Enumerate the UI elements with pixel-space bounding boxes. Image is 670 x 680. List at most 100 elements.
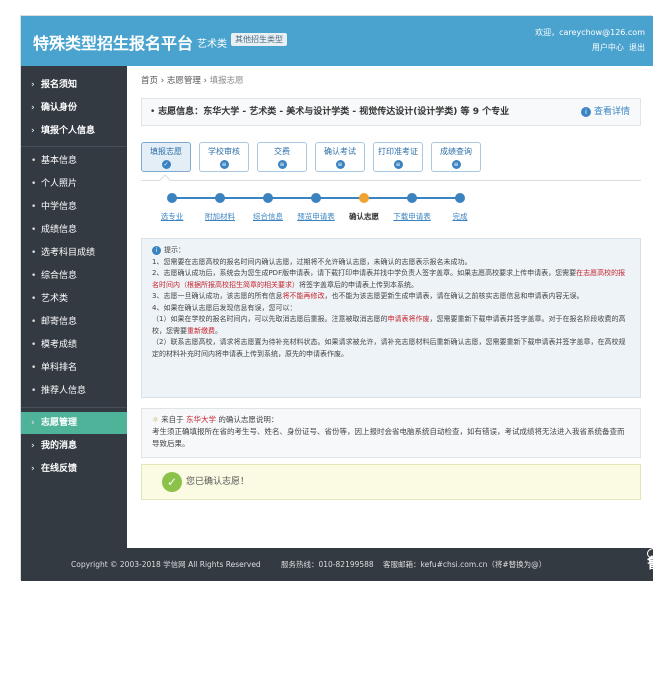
step-dot (263, 193, 273, 203)
tab-pointer (159, 174, 171, 186)
divider (21, 407, 127, 408)
user-center-link[interactable]: 用户中心 (592, 43, 624, 52)
copyright: Copyright © 2003-2018 学信网 All Rights Res… (71, 560, 261, 569)
bullet-icon: • (31, 363, 37, 373)
notice-text: 考生须正确填报所在省的考生号、姓名、身份证号、省份等，因上报时会省电脑系统自动检… (152, 427, 625, 448)
sidebar-subitem[interactable]: • 选考科目成绩 (21, 242, 127, 264)
info-label: 志愿信息： (158, 107, 204, 117)
view-details-link[interactable]: i 查看详情 (580, 99, 630, 125)
bullet-icon: • (31, 202, 37, 212)
tab-divider (141, 180, 641, 181)
bullet-icon: • (31, 248, 37, 258)
category-switch-button[interactable]: 其他招生类型 (231, 33, 287, 46)
sidebar-item-feedback[interactable]: › 在线反馈 (21, 458, 127, 480)
hotline: 服务热线：010-82199588 (281, 560, 374, 569)
step-comprehensive[interactable]: 综合信息 (243, 211, 293, 222)
chevron-right-icon: › (31, 441, 35, 451)
sidebar-subitem[interactable]: • 模考成绩 (21, 334, 127, 356)
sidebar-subitem[interactable]: • 中学信息 (21, 196, 127, 218)
chevron-right-icon: › (31, 80, 35, 90)
info-icon: i (152, 246, 161, 255)
tab-confirm-exam[interactable]: 确认考试 ≡ (315, 142, 365, 172)
chevron-right-icon: › (31, 126, 35, 136)
chevron-right-icon: › (31, 103, 35, 113)
breadcrumb-current: 填报志愿 (209, 76, 244, 86)
tab-print-admission[interactable]: 打印准考证 ≡ (373, 142, 423, 172)
site-title: 特殊类型招生报名平台 (33, 34, 194, 53)
sidebar-subitem[interactable]: • 个人照片 (21, 173, 127, 195)
tab-payment[interactable]: 交费 ≡ (257, 142, 307, 172)
status-dot-icon: ≡ (335, 160, 345, 169)
tip-line: （2）联系志愿高校，请求将志愿置为待补充材料状态。如果请求被允许，请补充志愿材料… (152, 338, 626, 358)
confirmation-banner: ✓ 您已确认志愿！ (141, 464, 641, 500)
step-materials[interactable]: 附加材料 (195, 211, 245, 222)
sidebar-subitem[interactable]: • 艺术类 (21, 288, 127, 310)
sidebar-subitem[interactable]: • 推荐人信息 (21, 380, 127, 402)
category-label: 艺术类 (197, 39, 227, 50)
status-dot-icon: ✓ (161, 160, 171, 169)
sidebar-subitem[interactable]: • 成绩信息 (21, 219, 127, 241)
bullet-icon: • (31, 225, 37, 235)
chevron-right-icon: › (31, 418, 35, 428)
step-confirm: 确认志愿 (349, 212, 379, 221)
tip-line: 3、志愿一旦确认成功，该志愿的所有信息将不能再修改，也不能为该志愿更新生成申请表… (152, 292, 584, 300)
logout-link[interactable]: 退出 (629, 43, 645, 52)
step-finish[interactable]: 完成 (435, 211, 485, 222)
main-content: 首页 › 志愿管理 › 填报志愿 • 志愿信息：东华大学 - 艺术类 - 美术与… (127, 66, 653, 548)
tips-panel: i 提示： 1、您需要在志愿高校的报名时间内确认志愿，过期将不允许确认志愿，未确认… (141, 238, 641, 398)
status-dot-icon: ≡ (277, 160, 287, 169)
step-dot (455, 193, 465, 203)
tab-school-review[interactable]: 学校审核 ≡ (199, 142, 249, 172)
step-dot-current (359, 193, 369, 203)
volunteer-info-box: • 志愿信息：东华大学 - 艺术类 - 美术与设计学类 - 视觉传达设计(设计学… (141, 98, 641, 126)
footer: Copyright © 2003-2018 学信网 All Rights Res… (21, 548, 661, 671)
bullet-icon: • (31, 271, 37, 281)
sidebar-item-volunteer-management[interactable]: › 志愿管理 (21, 412, 127, 434)
check-circle-icon: ✓ (162, 472, 182, 492)
step-dot (407, 193, 417, 203)
tab-score-query[interactable]: 成绩查询 ≡ (431, 142, 481, 172)
step-preview[interactable]: 预览申请表 (291, 211, 341, 222)
sidebar-subitem[interactable]: • 综合信息 (21, 265, 127, 287)
breadcrumb: 首页 › 志愿管理 › 填报志愿 (141, 74, 244, 86)
breadcrumb-mid[interactable]: 志愿管理 (167, 76, 201, 86)
lightbulb-icon: ☼ (152, 415, 159, 424)
step-select-major[interactable]: 选专业 (147, 211, 197, 222)
support-email: 客服邮箱：kefu#chsi.com.cn（将#替换为@） (383, 560, 547, 569)
tip-line: （1）如果在学校的报名时间内，可以先取消志愿后重报。注意被取消志愿的申请表将作废… (152, 315, 626, 335)
tab-fill-volunteer[interactable]: 填报志愿 ✓ (141, 142, 191, 172)
info-icon: i (580, 106, 591, 117)
user-panel: 欢迎，careychow@126.com 用户中心 退出 (535, 25, 645, 55)
step-dot (311, 193, 321, 203)
tip-line: 4、如果在确认志愿后发现信息有误，您可以： (152, 303, 297, 312)
info-text: 东华大学 - 艺术类 - 美术与设计学类 - 视觉传达设计(设计学类) 等 9 … (203, 107, 510, 117)
status-dot-icon: ≡ (219, 160, 229, 169)
chevron-right-icon: › (31, 464, 35, 474)
status-dot-icon: ≡ (451, 160, 461, 169)
sidebar: › 报名须知 › 确认身份 › 填报个人信息 • 基本信息 • 个人照片 • 中学信息 • 成… (21, 66, 127, 548)
sidebar-subitem[interactable]: • 单科排名 (21, 357, 127, 379)
tip-line: 1、您需要在志愿高校的报名时间内确认志愿，过期将不允许确认志愿，未确认的志愿表示… (152, 257, 472, 266)
chevron-right-icon: › (160, 76, 165, 86)
welcome-text: 欢迎，careychow@126.com (535, 28, 645, 37)
sidebar-subitem[interactable]: • 邮寄信息 (21, 311, 127, 333)
chevron-right-icon: › (203, 76, 207, 86)
header: 特殊类型招生报名平台 艺术类 其他招生类型 欢迎，careychow@126.c… (21, 16, 653, 66)
bullet-icon: • (31, 156, 37, 166)
step-dot (167, 193, 177, 203)
sidebar-item-personal-info[interactable]: › 填报个人信息 (21, 120, 127, 142)
app-window: 特殊类型招生报名平台 艺术类 其他招生类型 欢迎，careychow@126.c… (20, 15, 661, 671)
status-dot-icon: ≡ (393, 160, 403, 169)
confirmation-text: 您已确认志愿！ (186, 477, 250, 487)
sidebar-item-messages[interactable]: › 我的消息 (21, 435, 127, 457)
sidebar-item-notice[interactable]: › 报名须知 (21, 74, 127, 96)
step-download[interactable]: 下载申请表 (387, 211, 437, 222)
school-notice: ☼ 来自于 东华大学 的确认志愿说明： 考生须正确填报所在省的考生号、姓名、身份… (141, 408, 641, 458)
sidebar-item-identity[interactable]: › 确认身份 (21, 97, 127, 119)
bullet-icon: • (31, 294, 37, 304)
breadcrumb-home[interactable]: 首页 (141, 76, 158, 86)
bullet-icon: • (31, 340, 37, 350)
bullet-icon: • (31, 317, 37, 327)
sidebar-subitem[interactable]: • 基本信息 (21, 150, 127, 172)
bullet-icon: • (31, 386, 37, 396)
